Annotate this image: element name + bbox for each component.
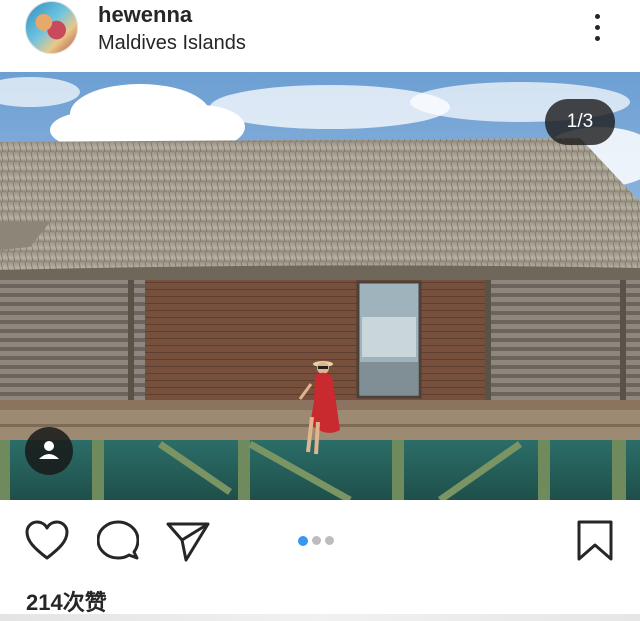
comment-bubble-icon[interactable]: [96, 520, 140, 562]
more-options-icon[interactable]: [588, 12, 608, 44]
caption-preview: [0, 614, 640, 621]
person-tag-icon[interactable]: [25, 427, 73, 475]
post-header: hewenna Maldives Islands: [0, 0, 640, 72]
carousel-dot: [325, 536, 334, 545]
post-photo[interactable]: [0, 72, 640, 500]
send-paper-plane-icon[interactable]: [166, 520, 210, 562]
image-counter-badge: 1/3: [545, 99, 615, 145]
username[interactable]: hewenna: [98, 2, 192, 28]
carousel-dot: [298, 536, 308, 546]
carousel-indicator: [298, 536, 338, 546]
heart-icon[interactable]: [24, 520, 70, 562]
bookmark-icon[interactable]: [576, 519, 614, 563]
carousel-dot: [312, 536, 321, 545]
avatar[interactable]: [25, 1, 78, 54]
likes-count[interactable]: 214次赞: [26, 585, 107, 617]
location[interactable]: Maldives Islands: [98, 32, 246, 55]
